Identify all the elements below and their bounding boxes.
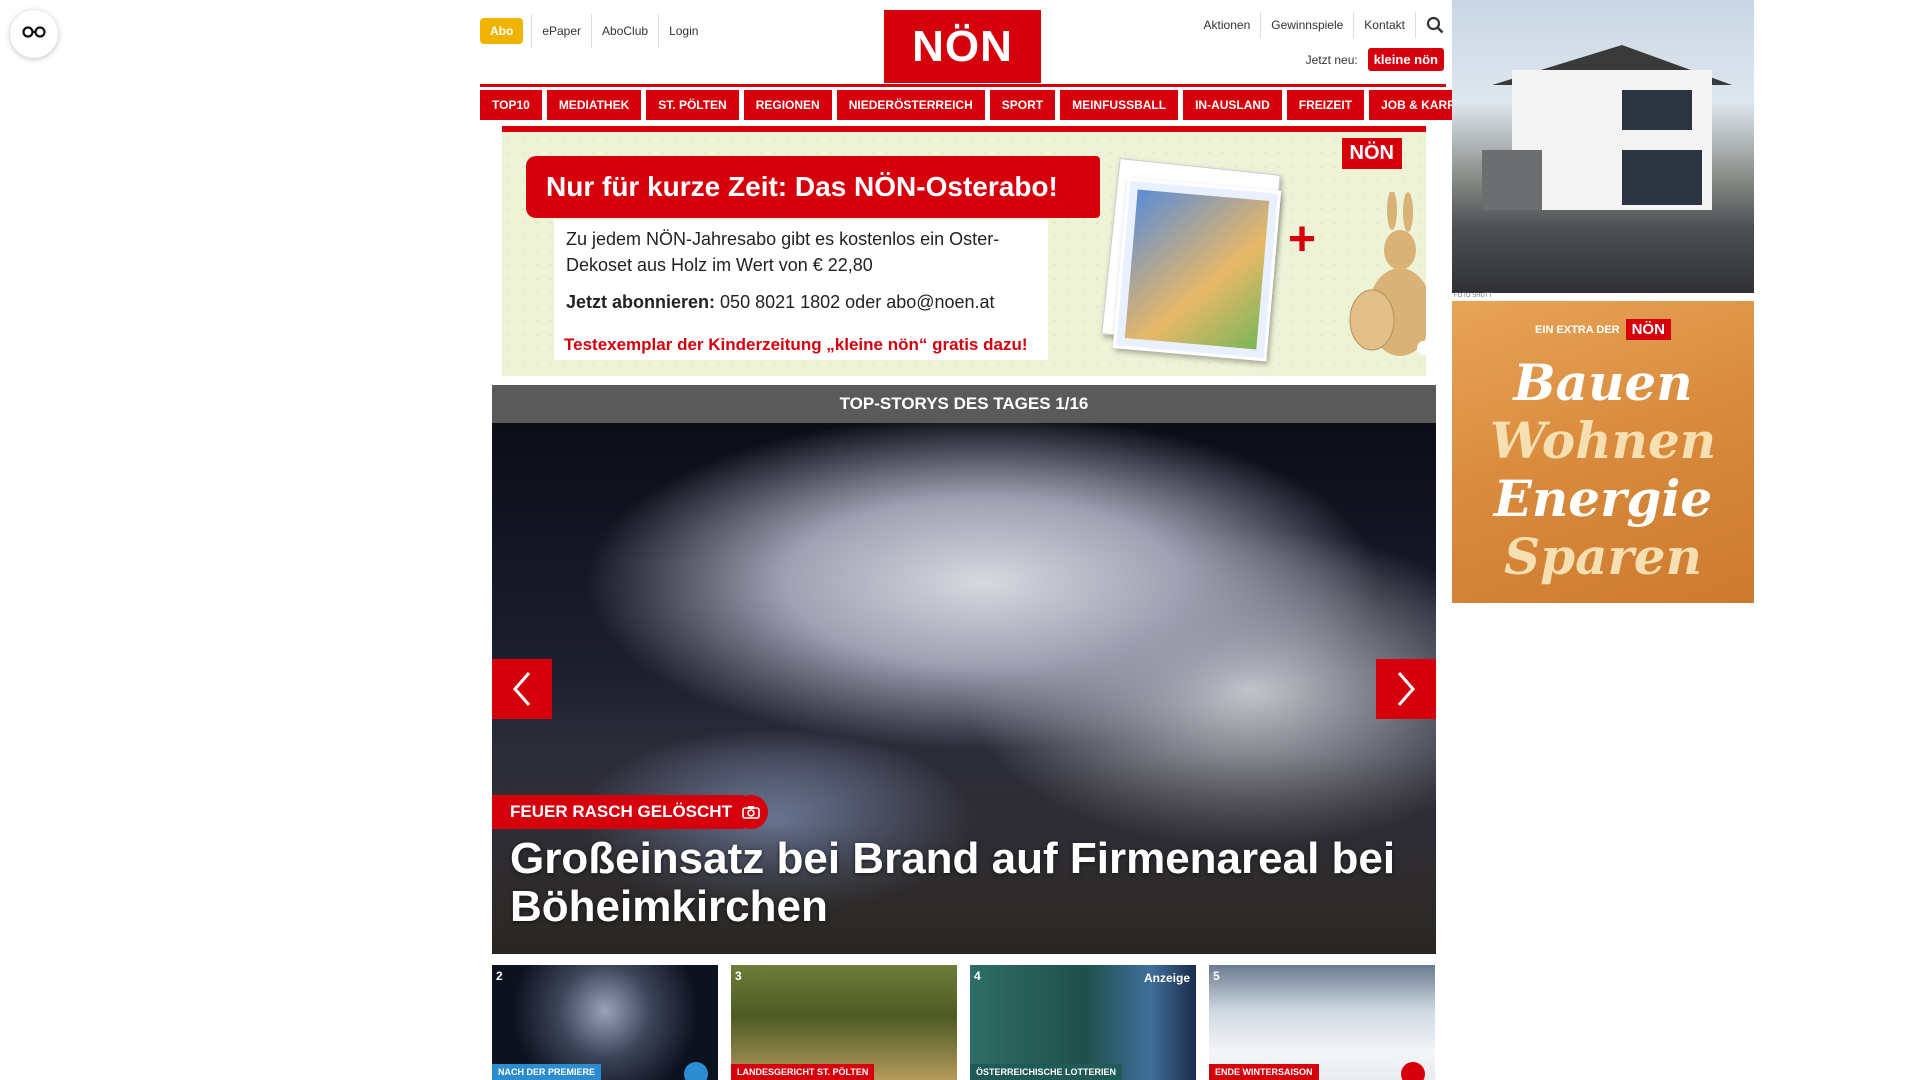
nav-item-st-poelten[interactable]: ST. PÖLTEN [646,90,739,120]
story-number: 5 [1213,969,1220,983]
sparen-word: Sparen [1504,527,1702,586]
aktionen-link[interactable]: Aktionen [1194,12,1261,38]
site-header: Abo ePaper AboClub Login NÖN Aktionen Ge… [480,0,1444,83]
promo-text: Zu jedem NÖN-Jahresabo gibt es kostenlos… [566,229,1000,275]
promo-noen-logo: NÖN [1341,138,1402,169]
nav-item-regionen[interactable]: REGIONEN [743,90,832,120]
aboclub-link[interactable]: AboClub [591,14,658,48]
story-thumb-2[interactable]: 2 NACH DER PREMIERE [492,965,718,1080]
bauen-noen-logo: NÖN [1625,319,1671,340]
glasses-icon [22,25,46,44]
story-thumbnails: 2 NACH DER PREMIERE 3 LANDESGERICHT ST. … [492,965,1436,1080]
noen-logo[interactable]: NÖN [884,10,1041,83]
hero-title[interactable]: Großeinsatz bei Brand auf Firmenareal be… [510,835,1410,931]
bauen-wohnen-advertisement[interactable]: EIN EXTRA DER NÖN Bauen Wohnen Energie S… [1452,301,1754,603]
promo-contact-value: 050 8021 1802 oder abo@noen.at [720,292,995,312]
story-thumb-4[interactable]: 4 Anzeige ÖSTERREICHISCHE LOTTERIEN [970,965,1196,1080]
promo-headline: Nur für kurze Zeit: Das NÖN-Osterabo! [526,156,1100,218]
house-garage [1482,150,1542,210]
kontakt-link[interactable]: Kontakt [1353,12,1415,38]
story-number: 3 [735,969,742,983]
chevron-left-icon [513,672,531,706]
nav-item-top10[interactable]: TOP10 [480,90,542,120]
login-link[interactable]: Login [658,14,708,48]
chevron-right-icon [1397,672,1415,706]
house-advertisement[interactable] [1452,0,1754,293]
house-body [1512,70,1712,210]
kleine-non-promo: Jetzt neu: kleine nön [1306,48,1444,71]
carousel-prev-button[interactable] [492,659,552,719]
nav-item-sport[interactable]: SPORT [989,90,1056,120]
story-caption: NACH DER PREMIERE [492,1064,602,1080]
gewinnspiele-link[interactable]: Gewinnspiele [1260,12,1353,38]
nav-item-niederoesterreich[interactable]: NIEDERÖSTERREICH [836,90,985,120]
story-thumb-3[interactable]: 3 LANDESGERICHT ST. PÖLTEN [731,965,957,1080]
abo-button[interactable]: Abo [480,18,524,44]
anzeige-tag: Anzeige [1143,971,1190,985]
easter-bunny-image [1349,192,1426,356]
accessibility-button[interactable] [10,10,58,58]
osterabo-promo-banner[interactable]: Nur für kurze Zeit: Das NÖN-Osterabo! Zu… [502,126,1426,376]
story-thumb-5[interactable]: 5 ENDE WINTERSAISON [1209,965,1435,1080]
bauen-extra-label: EIN EXTRA DER NÖN [1452,319,1754,340]
story-caption: ENDE WINTERSAISON [1209,1064,1319,1080]
promo-note: Testexemplar der Kinderzeitung „kleine n… [554,330,1048,360]
nav-item-mediathek[interactable]: MEDIATHEK [546,90,642,120]
kleine-non-logo[interactable]: kleine nön [1367,48,1444,71]
utility-nav-right: Aktionen Gewinnspiele Kontakt [1194,12,1444,38]
nav-divider [480,84,1446,87]
main-nav: TOP10 MEDIATHEK ST. PÖLTEN REGIONEN NIED… [480,90,1496,120]
wohnen-word: Wohnen [1489,411,1717,470]
jetzt-neu-label: Jetzt neu: [1305,52,1358,67]
nav-item-meinfussball[interactable]: MEINFUSSBALL [1060,90,1179,120]
camera-icon [734,795,768,829]
story-caption: LANDESGERICHT ST. PÖLTEN [731,1064,875,1080]
camera-icon [1401,1062,1425,1080]
hero-story[interactable]: FEUER RASCH GELÖSCHT Großeinsatz bei Bra… [492,423,1436,954]
energie-word: Energie [1493,469,1713,528]
search-icon[interactable] [1415,12,1444,38]
bauen-word: Bauen [1513,353,1693,412]
nav-item-freizeit[interactable]: FREIZEIT [1286,90,1365,120]
kinderzeitung-image [1112,177,1282,362]
promo-contact: Jetzt abonnieren: 050 8021 1802 oder abo… [566,292,995,313]
epaper-link[interactable]: ePaper [531,14,591,48]
story-number: 2 [496,969,503,983]
utility-nav-left: Abo ePaper AboClub Login [480,14,708,48]
promo-contact-label: Jetzt abonnieren: [566,292,716,312]
story-number: 4 [974,969,981,983]
carousel-next-button[interactable] [1376,659,1436,719]
hero-kicker: FEUER RASCH GELÖSCHT [492,795,744,829]
extra-label: EIN EXTRA DER [1535,323,1620,336]
plus-icon: + [1288,213,1317,266]
photo-credit: FOTO SHUTT [1454,293,1493,299]
top-stories-header: TOP-STORYS DES TAGES 1/16 [492,385,1436,423]
camera-icon [684,1062,708,1080]
nav-item-in-ausland[interactable]: IN-AUSLAND [1183,90,1282,120]
story-caption: ÖSTERREICHISCHE LOTTERIEN [970,1064,1123,1080]
